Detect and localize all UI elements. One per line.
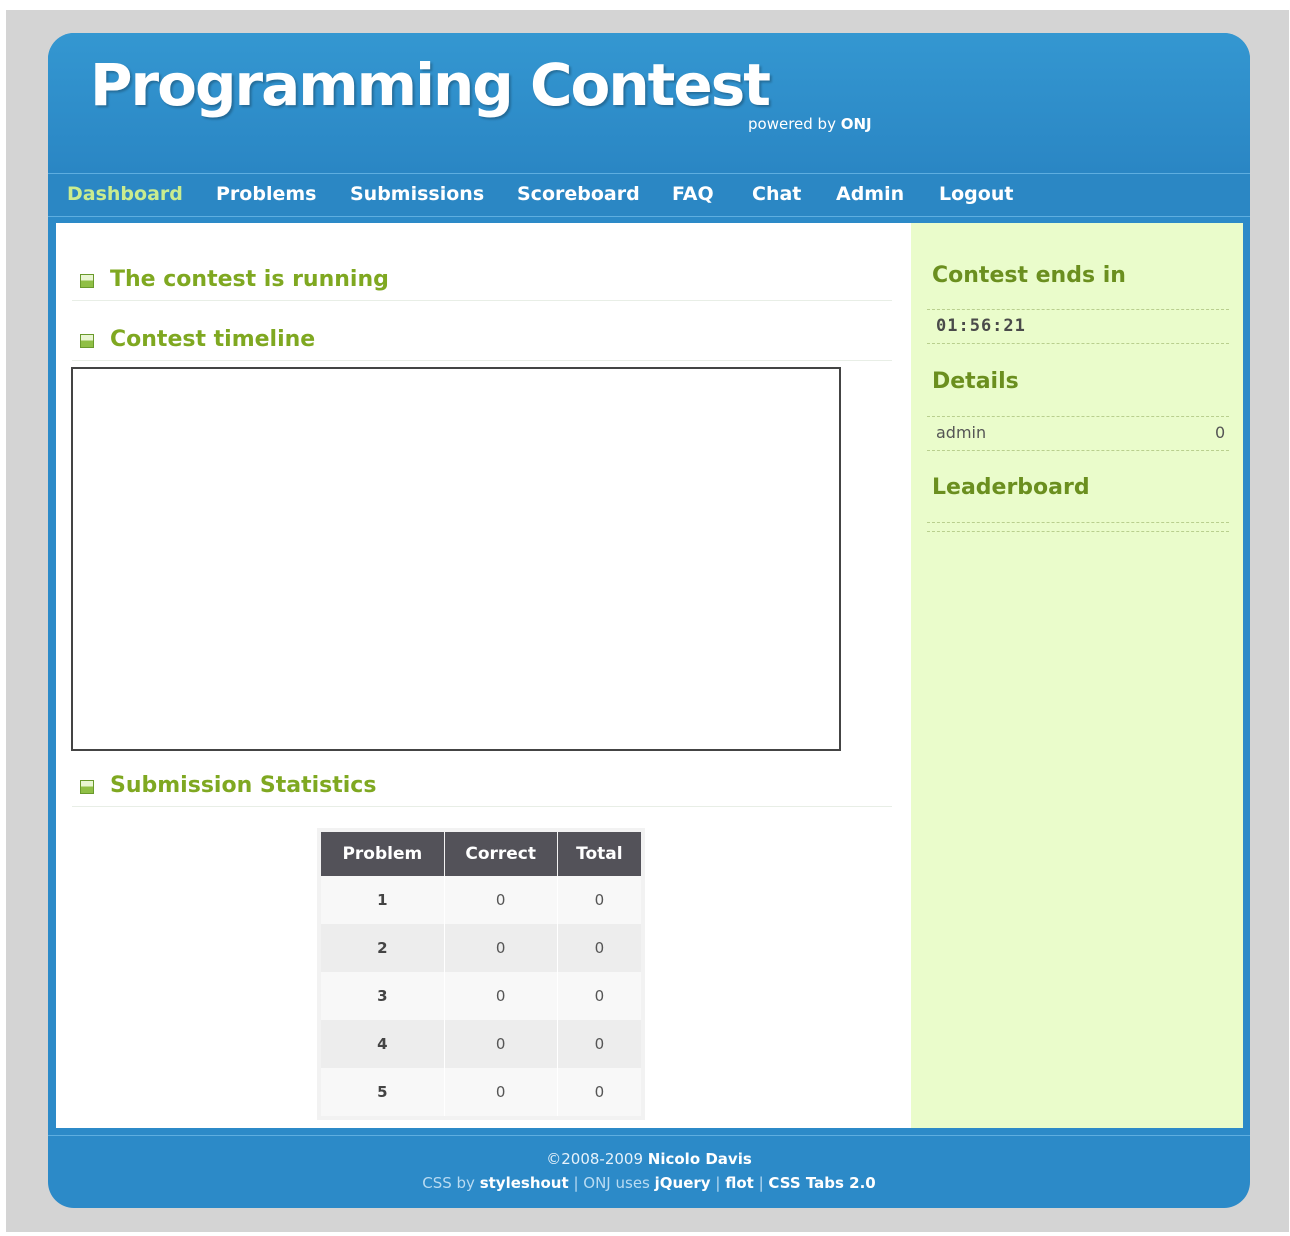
section-bullet-icon — [80, 274, 94, 288]
app-window: Programming Contest powered by ONJ Dashb… — [48, 33, 1250, 1208]
sidebar: Contest ends in 01:56:21 Details admin 0… — [911, 223, 1243, 1128]
onj-uses-label: ONJ uses — [583, 1174, 650, 1192]
nav-faq[interactable]: FAQ — [672, 183, 714, 205]
countdown-heading: Contest ends in — [932, 263, 1126, 288]
nav-dashboard[interactable]: Dashboard — [67, 183, 183, 205]
powered-brand: ONJ — [840, 115, 872, 133]
contest-timeline-plot — [71, 367, 841, 751]
nav-submissions[interactable]: Submissions — [350, 183, 484, 205]
nav-problems[interactable]: Problems — [216, 183, 316, 205]
divider — [927, 531, 1229, 532]
cell-total: 0 — [557, 1068, 641, 1116]
flot-link[interactable]: flot — [725, 1174, 754, 1192]
cell-correct: 0 — [444, 972, 558, 1020]
cell-correct: 0 — [444, 876, 558, 924]
nav-admin[interactable]: Admin — [836, 183, 904, 205]
cell-problem: 5 — [321, 1068, 445, 1116]
cell-correct: 0 — [444, 1020, 558, 1068]
divider — [927, 416, 1229, 417]
section-submission-stats: Submission Statistics — [72, 768, 892, 807]
css-tabs-link[interactable]: CSS Tabs 2.0 — [768, 1174, 875, 1192]
table-header-row: Problem Correct Total — [321, 832, 641, 876]
submission-stats-table: Problem Correct Total 1 0 0 2 0 0 3 0 0 … — [321, 832, 641, 1116]
column-header-problem: Problem — [321, 832, 445, 876]
cell-correct: 0 — [444, 924, 558, 972]
contest-status-heading: The contest is running — [110, 267, 389, 292]
submission-stats-heading: Submission Statistics — [110, 773, 377, 798]
submission-stats-table-wrap: Problem Correct Total 1 0 0 2 0 0 3 0 0 … — [317, 828, 645, 1120]
copyright-author: Nicolo Davis — [647, 1150, 752, 1168]
jquery-link[interactable]: jQuery — [655, 1174, 711, 1192]
css-by-label: CSS by — [422, 1174, 475, 1192]
details-score: 0 — [1215, 423, 1226, 442]
cell-problem: 2 — [321, 924, 445, 972]
site-title: Programming Contest — [90, 51, 771, 119]
cell-total: 0 — [557, 1020, 641, 1068]
separator: | — [758, 1174, 764, 1192]
table-row: 2 0 0 — [321, 924, 641, 972]
cell-problem: 3 — [321, 972, 445, 1020]
nav-logout[interactable]: Logout — [939, 183, 1013, 205]
details-heading: Details — [932, 369, 1019, 394]
cell-total: 0 — [557, 924, 641, 972]
footer-credits: CSS by styleshout | ONJ uses jQuery | fl… — [48, 1174, 1250, 1192]
details-user: admin — [936, 423, 987, 442]
cell-total: 0 — [557, 972, 641, 1020]
copyright-years: ©2008-2009 — [546, 1150, 643, 1168]
section-bullet-icon — [80, 780, 94, 794]
divider — [927, 522, 1229, 523]
section-bullet-icon — [80, 334, 94, 348]
cell-total: 0 — [557, 876, 641, 924]
site-footer: ©2008-2009 Nicolo Davis CSS by styleshou… — [48, 1135, 1250, 1208]
table-row: 5 0 0 — [321, 1068, 641, 1116]
separator: | — [573, 1174, 579, 1192]
separator: | — [715, 1174, 721, 1192]
site-header: Programming Contest powered by ONJ — [48, 33, 1250, 173]
cell-correct: 0 — [444, 1068, 558, 1116]
footer-copyright: ©2008-2009 Nicolo Davis — [48, 1150, 1250, 1168]
styleshout-link[interactable]: styleshout — [480, 1174, 569, 1192]
table-row: 4 0 0 — [321, 1020, 641, 1068]
countdown-timer: 01:56:21 — [936, 316, 1026, 336]
nav-chat[interactable]: Chat — [752, 183, 801, 205]
powered-by: powered by ONJ — [748, 115, 872, 133]
table-row: 1 0 0 — [321, 876, 641, 924]
cell-problem: 4 — [321, 1020, 445, 1068]
leaderboard-heading: Leaderboard — [932, 475, 1090, 500]
divider — [927, 309, 1229, 310]
timeline-heading: Contest timeline — [110, 327, 316, 352]
content-area: The contest is running Contest timeline … — [56, 223, 1243, 1128]
section-timeline: Contest timeline — [72, 322, 892, 361]
column-header-correct: Correct — [444, 832, 558, 876]
table-row: 3 0 0 — [321, 972, 641, 1020]
cell-problem: 1 — [321, 876, 445, 924]
section-contest-status: The contest is running — [72, 262, 892, 301]
column-header-total: Total — [557, 832, 641, 876]
main-nav: Dashboard Problems Submissions Scoreboar… — [48, 173, 1250, 217]
powered-prefix: powered by — [748, 115, 836, 133]
divider — [927, 343, 1229, 344]
nav-scoreboard[interactable]: Scoreboard — [517, 183, 640, 205]
divider — [927, 450, 1229, 451]
